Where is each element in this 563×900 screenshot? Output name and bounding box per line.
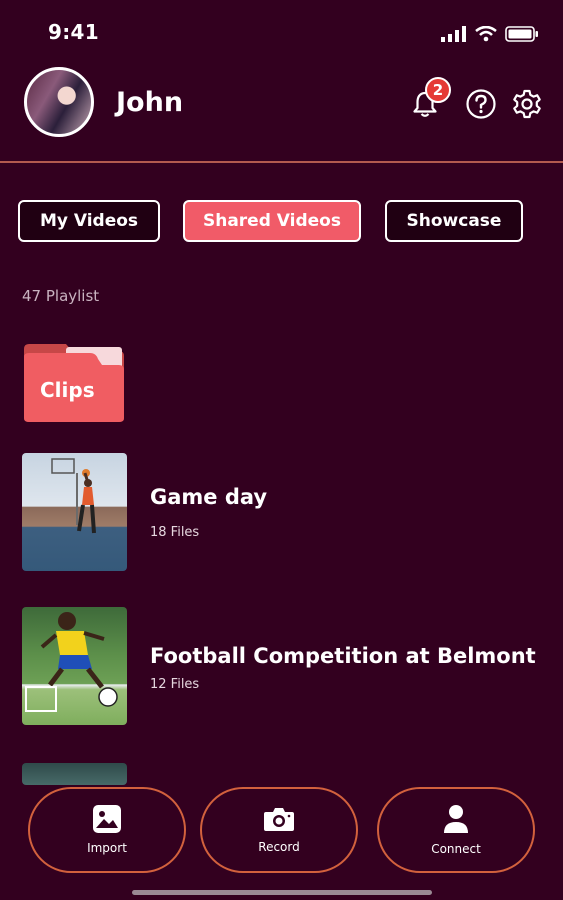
settings-button[interactable] [510, 87, 544, 121]
basketball-photo [51, 458, 96, 534]
playlist-file-count: 12 Files [150, 677, 200, 692]
status-icons [441, 24, 539, 44]
playlist-thumbnail[interactable] [22, 453, 127, 571]
battery-icon [505, 26, 538, 42]
playlist-title: Football Competition at Belmont [150, 644, 536, 668]
tab-showcase[interactable]: Showcase [385, 200, 523, 242]
playlist-title: Game day [150, 485, 268, 509]
notification-badge: 2 [425, 77, 451, 103]
header-divider [0, 161, 563, 163]
gear-icon [513, 89, 541, 119]
playlist-thumbnail[interactable] [22, 607, 127, 725]
help-icon [466, 89, 496, 119]
import-button[interactable]: Import [28, 787, 186, 873]
playlist-thumbnail[interactable] [22, 763, 127, 785]
image-icon [93, 805, 121, 833]
avatar[interactable] [24, 67, 94, 137]
user-name: John [116, 87, 184, 118]
folder-label: Clips [40, 378, 95, 402]
status-time: 9:41 [48, 20, 99, 44]
home-indicator [132, 890, 432, 895]
help-button[interactable] [464, 87, 498, 121]
signal-icon [441, 26, 466, 42]
playlist-file-count: 18 Files [150, 525, 200, 540]
connect-button[interactable]: Connect [377, 787, 535, 873]
user-icon [444, 805, 468, 833]
tab-my-videos[interactable]: My Videos [18, 200, 160, 242]
record-label: Record [258, 840, 300, 854]
football-photo [25, 612, 118, 712]
wifi-icon [475, 26, 497, 42]
camera-icon [264, 808, 294, 831]
import-label: Import [87, 841, 127, 855]
tab-shared-videos[interactable]: Shared Videos [183, 200, 361, 242]
connect-label: Connect [431, 842, 481, 856]
record-button[interactable]: Record [200, 787, 358, 873]
playlist-count: 47 Playlist [22, 287, 100, 305]
